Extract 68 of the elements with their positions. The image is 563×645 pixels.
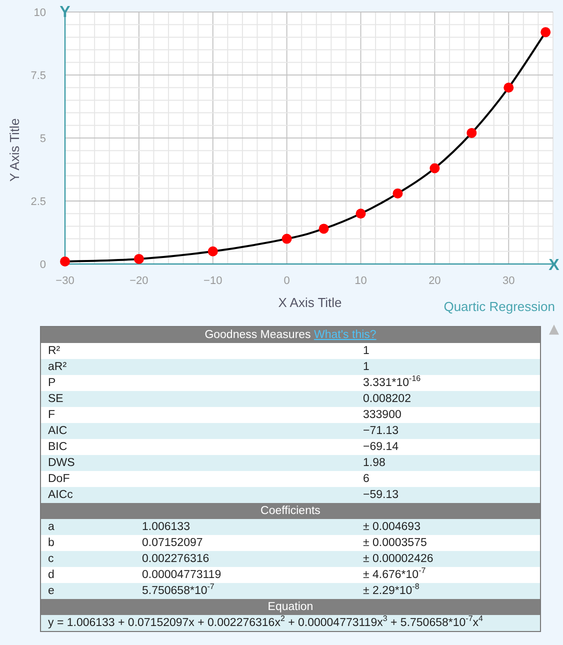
y-tick-label: 5 bbox=[40, 133, 46, 145]
coefficient-name: d bbox=[40, 567, 135, 583]
measure-name: AICc bbox=[40, 487, 356, 503]
data-point bbox=[318, 224, 329, 234]
coefficient-error: ± 0.00002426 bbox=[356, 551, 540, 567]
y-axis-title: Y Axis Title bbox=[7, 118, 22, 182]
data-point bbox=[392, 188, 403, 198]
coefficient-value: 0.00004773119 bbox=[135, 567, 356, 583]
coefficient-error: ± 4.676*10$^{-7}$ bbox=[356, 567, 540, 583]
coefficient-value: 5.750658*10$^{-7}$ bbox=[135, 583, 356, 599]
coefficient-value: 0.002276316 bbox=[135, 551, 356, 567]
coefficient-error: ± 2.29*10$^{-8}$ bbox=[356, 583, 540, 599]
data-point bbox=[540, 27, 551, 38]
regression-type-label: Quartic Regression bbox=[444, 299, 555, 314]
measure-name: DoF bbox=[40, 471, 356, 487]
data-point bbox=[430, 163, 440, 174]
x-axis-title: X Axis Title bbox=[278, 295, 342, 310]
measure-value: 0.008202 bbox=[356, 391, 540, 407]
y-tick-label: 10 bbox=[34, 7, 46, 19]
help-link[interactable]: What's this? bbox=[314, 329, 376, 341]
x-tick-label: 30 bbox=[502, 275, 515, 287]
x-axis-badge[interactable]: X bbox=[548, 257, 560, 274]
scroll-up-button[interactable]: ▲ bbox=[549, 322, 559, 337]
data-point bbox=[504, 82, 514, 93]
measure-value: −69.14 bbox=[356, 439, 540, 455]
coefficient-value: 1.006133 bbox=[135, 519, 356, 535]
section-header: Equation bbox=[40, 599, 540, 615]
x-tick-label: −10 bbox=[204, 275, 222, 287]
y-tick-label: 2.5 bbox=[30, 196, 46, 208]
coefficient-name: e bbox=[40, 583, 135, 599]
measure-value: 1 bbox=[356, 343, 540, 359]
data-point bbox=[282, 234, 292, 244]
measure-name: SE bbox=[40, 391, 356, 407]
data-point bbox=[134, 254, 144, 264]
measure-name: AIC bbox=[40, 423, 356, 439]
x-tick-label: −20 bbox=[130, 275, 148, 287]
measure-value: −71.13 bbox=[356, 423, 540, 439]
coefficient-error: ± 0.0003575 bbox=[356, 535, 540, 551]
x-tick-label: 10 bbox=[354, 275, 367, 287]
data-point bbox=[466, 128, 477, 138]
coefficient-name: a bbox=[40, 519, 135, 535]
x-tick-label: 20 bbox=[428, 275, 441, 287]
measure-value: 333900 bbox=[356, 407, 540, 423]
measure-value: 1.98 bbox=[356, 455, 540, 471]
measure-name: P bbox=[40, 375, 356, 391]
y-tick-label: 0 bbox=[40, 259, 46, 271]
measure-name: F bbox=[40, 407, 356, 423]
measure-value: 6 bbox=[356, 471, 540, 487]
data-point bbox=[356, 208, 366, 219]
measure-name: R² bbox=[40, 343, 356, 359]
coefficient-value: 0.07152097 bbox=[135, 535, 356, 551]
coefficient-name: c bbox=[40, 551, 135, 567]
data-point bbox=[60, 256, 70, 266]
x-tick-label: −30 bbox=[56, 275, 74, 287]
measure-value: −59.13 bbox=[356, 487, 540, 503]
measure-value: 3.331*10$^{-16}$ bbox=[356, 375, 540, 391]
regression-equation: y = 1.006133 + 0.07152097x + 0.002276316x$^{2}$ + 0.00004773119x$^{3}$ + 5.750658*10$^{-7}$x$^{4}$ bbox=[40, 615, 540, 632]
x-tick-label: 0 bbox=[284, 275, 290, 287]
measure-value: 1 bbox=[356, 359, 540, 375]
measure-name: BIC bbox=[40, 439, 356, 455]
coefficient-error: ± 0.004693 bbox=[356, 519, 540, 535]
section-title: Goodness Measures bbox=[204, 329, 311, 341]
section-header: Coefficients bbox=[40, 503, 540, 519]
data-point bbox=[208, 246, 218, 256]
measure-name: DWS bbox=[40, 455, 356, 471]
measure-name: aR² bbox=[40, 359, 356, 375]
coefficient-name: b bbox=[40, 535, 135, 551]
y-tick-label: 7.5 bbox=[30, 70, 46, 82]
